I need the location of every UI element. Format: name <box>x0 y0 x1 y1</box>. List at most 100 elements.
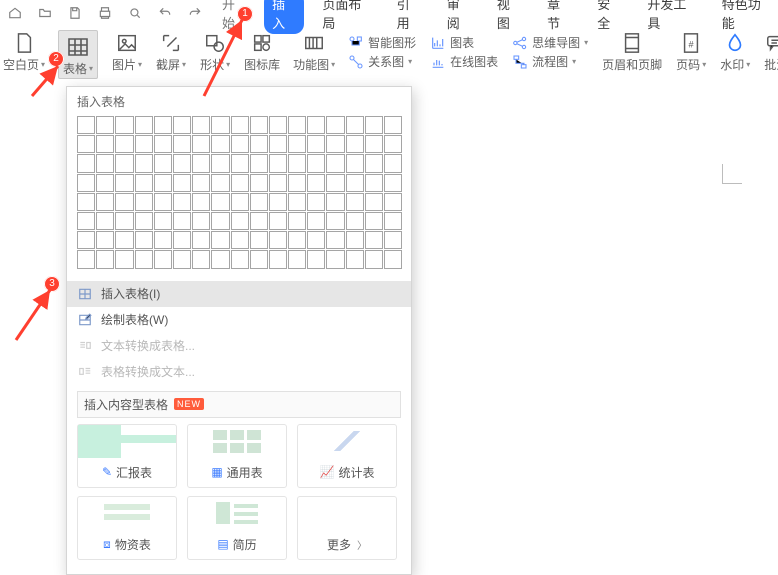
grid-cell[interactable] <box>173 231 191 249</box>
grid-cell[interactable] <box>250 174 268 192</box>
grid-cell[interactable] <box>154 250 172 268</box>
ribbon-annotate[interactable]: 批注 <box>764 30 778 71</box>
grid-cell[interactable] <box>365 135 383 153</box>
grid-cell[interactable] <box>96 212 114 230</box>
qa-print-icon[interactable] <box>96 4 114 22</box>
grid-cell[interactable] <box>77 135 95 153</box>
grid-cell[interactable] <box>269 116 287 134</box>
grid-cell[interactable] <box>135 231 153 249</box>
grid-cell[interactable] <box>307 193 325 211</box>
qa-preview-icon[interactable] <box>126 4 144 22</box>
table-size-grid[interactable] <box>67 114 411 275</box>
grid-cell[interactable] <box>384 193 402 211</box>
grid-cell[interactable] <box>365 231 383 249</box>
grid-cell[interactable] <box>231 135 249 153</box>
grid-cell[interactable] <box>173 212 191 230</box>
grid-cell[interactable] <box>135 212 153 230</box>
grid-cell[interactable] <box>77 174 95 192</box>
qa-undo-icon[interactable] <box>156 4 174 22</box>
grid-cell[interactable] <box>211 212 229 230</box>
grid-cell[interactable] <box>192 231 210 249</box>
grid-cell[interactable] <box>154 212 172 230</box>
grid-cell[interactable] <box>250 231 268 249</box>
grid-cell[interactable] <box>307 154 325 172</box>
grid-cell[interactable] <box>231 154 249 172</box>
ribbon-relation[interactable]: 关系图▾ <box>348 53 416 70</box>
grid-cell[interactable] <box>326 212 344 230</box>
qa-open-icon[interactable] <box>36 4 54 22</box>
grid-cell[interactable] <box>192 135 210 153</box>
grid-cell[interactable] <box>326 193 344 211</box>
grid-cell[interactable] <box>231 212 249 230</box>
grid-cell[interactable] <box>192 154 210 172</box>
grid-cell[interactable] <box>173 250 191 268</box>
tmpl-report[interactable]: ✎汇报表 <box>77 424 177 488</box>
grid-cell[interactable] <box>211 154 229 172</box>
grid-cell[interactable] <box>96 116 114 134</box>
grid-cell[interactable] <box>326 250 344 268</box>
grid-cell[interactable] <box>96 174 114 192</box>
grid-cell[interactable] <box>77 231 95 249</box>
grid-cell[interactable] <box>288 231 306 249</box>
grid-cell[interactable] <box>231 174 249 192</box>
grid-cell[interactable] <box>346 154 364 172</box>
grid-cell[interactable] <box>77 116 95 134</box>
grid-cell[interactable] <box>288 250 306 268</box>
grid-cell[interactable] <box>365 174 383 192</box>
ribbon-page-number[interactable]: # 页码▾ <box>676 30 706 71</box>
grid-cell[interactable] <box>326 174 344 192</box>
grid-cell[interactable] <box>96 135 114 153</box>
grid-cell[interactable] <box>192 193 210 211</box>
grid-cell[interactable] <box>365 193 383 211</box>
grid-cell[interactable] <box>211 193 229 211</box>
grid-cell[interactable] <box>365 212 383 230</box>
grid-cell[interactable] <box>384 116 402 134</box>
grid-cell[interactable] <box>115 116 133 134</box>
grid-cell[interactable] <box>154 193 172 211</box>
grid-cell[interactable] <box>250 135 268 153</box>
grid-cell[interactable] <box>154 135 172 153</box>
tmpl-asset[interactable]: ⧈物资表 <box>77 496 177 560</box>
tab-view[interactable]: 视图 <box>489 0 529 34</box>
grid-cell[interactable] <box>384 135 402 153</box>
grid-cell[interactable] <box>269 231 287 249</box>
grid-cell[interactable] <box>231 193 249 211</box>
grid-cell[interactable] <box>346 250 364 268</box>
grid-cell[interactable] <box>269 193 287 211</box>
grid-cell[interactable] <box>135 135 153 153</box>
grid-cell[interactable] <box>326 231 344 249</box>
grid-cell[interactable] <box>346 193 364 211</box>
grid-cell[interactable] <box>115 135 133 153</box>
grid-cell[interactable] <box>211 135 229 153</box>
ribbon-online-chart[interactable]: 在线图表 <box>430 53 498 70</box>
tab-safety[interactable]: 安全 <box>589 0 629 34</box>
grid-cell[interactable] <box>77 212 95 230</box>
grid-cell[interactable] <box>231 116 249 134</box>
grid-cell[interactable] <box>211 174 229 192</box>
grid-cell[interactable] <box>269 174 287 192</box>
ribbon-icon-lib[interactable]: 图标库 <box>244 30 280 71</box>
grid-cell[interactable] <box>346 231 364 249</box>
grid-cell[interactable] <box>154 116 172 134</box>
grid-cell[interactable] <box>154 154 172 172</box>
grid-cell[interactable] <box>326 116 344 134</box>
ribbon-chart[interactable]: 图表 <box>430 34 498 51</box>
grid-cell[interactable] <box>326 135 344 153</box>
ribbon-shape[interactable]: 形状▾ <box>200 30 230 71</box>
ribbon-blank-page[interactable]: 空白页▾ <box>4 30 44 71</box>
tmpl-stats[interactable]: 📈统计表 <box>297 424 397 488</box>
grid-cell[interactable] <box>346 212 364 230</box>
grid-cell[interactable] <box>96 154 114 172</box>
grid-cell[interactable] <box>326 154 344 172</box>
grid-cell[interactable] <box>250 154 268 172</box>
grid-cell[interactable] <box>307 212 325 230</box>
dd-insert-table[interactable]: 插入表格(I) <box>67 281 411 307</box>
grid-cell[interactable] <box>307 116 325 134</box>
grid-cell[interactable] <box>269 250 287 268</box>
grid-cell[interactable] <box>346 116 364 134</box>
grid-cell[interactable] <box>115 174 133 192</box>
ribbon-screenshot[interactable]: 截屏▾ <box>156 30 186 71</box>
grid-cell[interactable] <box>115 193 133 211</box>
grid-cell[interactable] <box>96 193 114 211</box>
ribbon-table[interactable]: 表格▾ <box>58 30 98 79</box>
